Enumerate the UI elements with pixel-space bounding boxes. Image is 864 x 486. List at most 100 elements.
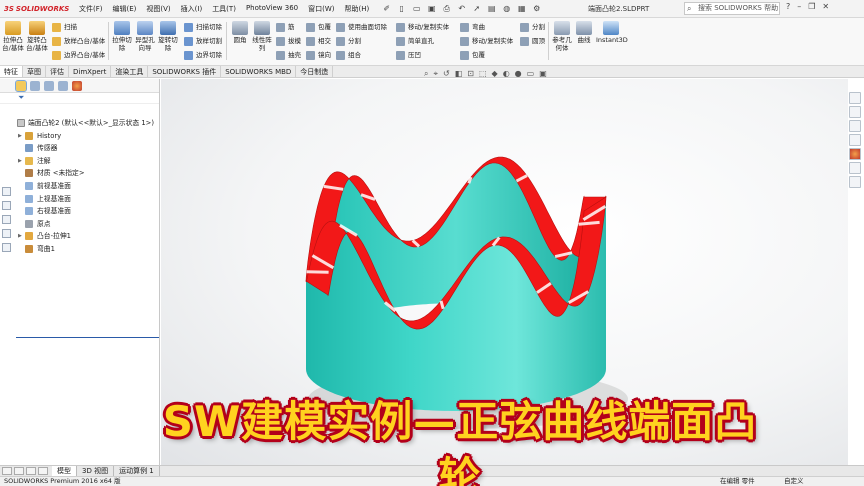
display-manager-tab-icon[interactable]: [72, 80, 82, 91]
extrude-boss-button[interactable]: 拉伸凸台/基体: [2, 21, 24, 52]
lofted-cut-button[interactable]: 放样切割: [184, 36, 222, 47]
config-manager-tab-icon[interactable]: [44, 80, 54, 91]
dome-button[interactable]: 圆顶: [520, 36, 545, 47]
save-icon[interactable]: ▣: [425, 2, 438, 15]
solidworks-forum-icon[interactable]: [849, 176, 861, 188]
axis-side-icon[interactable]: [2, 229, 11, 238]
tab-evaluate[interactable]: 评估: [46, 66, 69, 77]
expand-arrow-icon[interactable]: ▶: [18, 130, 22, 143]
zoom-to-fit-icon[interactable]: ⌕: [424, 69, 428, 79]
indent-button[interactable]: 压凹: [396, 50, 421, 61]
options-icon[interactable]: ⚙: [530, 2, 543, 15]
view-settings-icon[interactable]: ▣: [539, 69, 547, 79]
move-copy-body-2-button[interactable]: 移动/复制实体: [460, 36, 513, 47]
new-file-icon[interactable]: ▯: [395, 2, 408, 15]
hide-show-icon[interactable]: ◐: [503, 69, 510, 79]
minimize-icon[interactable]: –: [797, 2, 801, 11]
tree-item[interactable]: 传感器: [0, 142, 160, 155]
search-input[interactable]: ⌕ 搜索 SOLIDWORKS 帮助: [684, 2, 780, 15]
tab-addins[interactable]: SOLIDWORKS 插件: [148, 66, 222, 77]
tree-item[interactable]: ▶ History: [0, 130, 160, 143]
rollback-bar[interactable]: [16, 337, 159, 338]
sketch-side-icon[interactable]: [2, 187, 11, 196]
draft-button[interactable]: 拔模: [276, 36, 301, 47]
home-icon[interactable]: [849, 92, 861, 104]
tab-motion-study[interactable]: 运动算例 1: [114, 466, 160, 476]
tab-today[interactable]: 今日制造: [296, 66, 334, 77]
prev-tab-nav-icon[interactable]: [14, 467, 24, 475]
tree-item[interactable]: 上视基准面: [0, 193, 160, 206]
property-manager-tab-icon[interactable]: [30, 80, 40, 91]
tab-render-tools[interactable]: 渲染工具: [111, 66, 149, 77]
last-tab-nav-icon[interactable]: [38, 467, 48, 475]
swept-cut-button[interactable]: 扫描切除: [184, 22, 222, 33]
flex-button[interactable]: 弯曲: [460, 22, 485, 33]
tree-root[interactable]: 端面凸轮2 (默认<<默认>_显示状态 1>): [0, 117, 160, 130]
next-tab-nav-icon[interactable]: [26, 467, 36, 475]
boundary-boss-button[interactable]: 边界凸台/基体: [52, 50, 105, 61]
zoom-area-icon[interactable]: ⌖: [433, 69, 438, 79]
menu-window[interactable]: 窗口(W): [303, 4, 339, 14]
sweep-button[interactable]: 扫描: [52, 22, 77, 33]
reference-geometry-button[interactable]: 参考几何体: [551, 21, 573, 52]
file-properties-icon[interactable]: ▦: [515, 2, 528, 15]
wrap-2-button[interactable]: 包覆: [460, 50, 485, 61]
expand-arrow-icon[interactable]: ▶: [18, 230, 22, 243]
tab-mbd[interactable]: SOLIDWORKS MBD: [221, 66, 297, 77]
design-library-icon[interactable]: [849, 106, 861, 118]
menu-help[interactable]: 帮助(H): [340, 4, 375, 14]
display-style-icon[interactable]: ◆: [492, 69, 498, 79]
scene-icon[interactable]: ▭: [527, 69, 535, 79]
move-copy-body-button[interactable]: 移动/复制实体: [396, 22, 449, 33]
rib-button[interactable]: 筋: [276, 22, 295, 33]
boundary-cut-button[interactable]: 边界切除: [184, 50, 222, 61]
tree-item[interactable]: 前视基准面: [0, 180, 160, 193]
tree-item[interactable]: 弯曲1: [0, 243, 160, 256]
combine-button[interactable]: 组合: [336, 50, 361, 61]
select-icon[interactable]: ➚: [470, 2, 483, 15]
intersect-button[interactable]: 相交: [306, 36, 331, 47]
rebuild-icon[interactable]: ▤: [485, 2, 498, 15]
pin-icon[interactable]: ✐: [380, 2, 393, 15]
instant3d-button[interactable]: Instant3D: [596, 21, 628, 44]
undo-icon[interactable]: ↶: [455, 2, 468, 15]
wrap-button[interactable]: 包覆: [306, 22, 331, 33]
restore-icon[interactable]: ❐: [808, 2, 815, 11]
menu-insert[interactable]: 插入(I): [176, 4, 208, 14]
solidworks-logo[interactable]: 3S SOLIDWORKS: [0, 5, 74, 13]
file-explorer-icon[interactable]: [849, 120, 861, 132]
tree-item[interactable]: ▶ 凸台-拉伸1: [0, 230, 160, 243]
extrude-cut-button[interactable]: 拉伸切除: [111, 21, 133, 52]
revolve-boss-button[interactable]: 旋转凸台/基体: [26, 21, 48, 52]
hole-wizard-button[interactable]: 异型孔向导: [134, 21, 156, 52]
close-icon[interactable]: ✕: [822, 2, 829, 11]
simple-hole-button[interactable]: 简单直孔: [396, 36, 434, 47]
use-surface-cut-button[interactable]: 使用曲面切除: [336, 22, 387, 33]
view-palette-icon[interactable]: [849, 134, 861, 146]
split-button[interactable]: 分割: [336, 36, 361, 47]
appearance-icon[interactable]: ●: [515, 69, 522, 79]
section-view-icon[interactable]: ◧: [455, 69, 463, 79]
dimxpert-tab-icon[interactable]: [58, 80, 68, 91]
menu-view[interactable]: 视图(V): [141, 4, 175, 14]
loft-button[interactable]: 放样凸台/基体: [52, 36, 105, 47]
help-icon[interactable]: ?: [786, 2, 790, 11]
curves-button[interactable]: 曲线: [573, 21, 595, 44]
expand-arrow-icon[interactable]: ▶: [18, 155, 22, 168]
appearances-icon[interactable]: [849, 148, 861, 160]
menu-photoview[interactable]: PhotoView 360: [241, 4, 303, 14]
display-side-icon[interactable]: [2, 243, 11, 252]
shell-button[interactable]: 抽壳: [276, 50, 301, 61]
tree-item[interactable]: 原点: [0, 218, 160, 231]
revolve-cut-button[interactable]: 旋转切除: [157, 21, 179, 52]
fillet-button[interactable]: 圆角: [229, 21, 251, 44]
feature-tree-tab-icon[interactable]: [15, 79, 27, 92]
dynamic-annotation-icon[interactable]: ⊡: [467, 69, 474, 79]
menu-file[interactable]: 文件(F): [74, 4, 108, 14]
tab-features[interactable]: 特征: [0, 66, 23, 77]
mirror-button[interactable]: 镜向: [306, 50, 331, 61]
tab-model[interactable]: 模型: [52, 466, 77, 476]
tab-dimxpert[interactable]: DimXpert: [69, 66, 112, 77]
traffic-light-icon[interactable]: ◍: [500, 2, 513, 15]
view-orientation-icon[interactable]: ⬚: [479, 69, 487, 79]
